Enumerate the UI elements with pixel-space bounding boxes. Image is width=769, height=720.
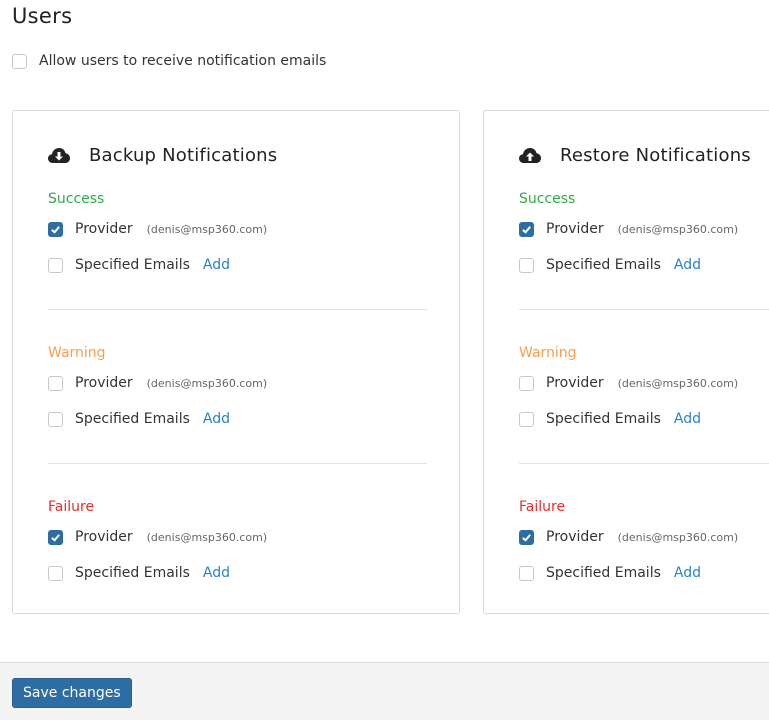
card-header: Backup Notifications (48, 145, 277, 166)
card-title: Restore Notifications (560, 145, 751, 166)
section-label-failure: Failure (48, 499, 95, 515)
provider-option[interactable]: Provider (denis@msp360.com) (519, 519, 769, 555)
provider-checkbox[interactable] (48, 221, 63, 237)
allow-users-row[interactable]: Allow users to receive notification emai… (12, 53, 326, 69)
backup-notifications-card: Backup Notifications Success Provider (d… (12, 110, 460, 614)
provider-checkbox[interactable] (519, 375, 534, 391)
provider-email: (denis@msp360.com) (617, 530, 739, 544)
add-email-link[interactable]: Add (674, 565, 701, 581)
warning-section: Warning Provider (denis@msp360.com) Spec… (519, 345, 769, 437)
provider-option[interactable]: Provider (denis@msp360.com) (519, 211, 769, 247)
provider-option[interactable]: Provider (denis@msp360.com) (519, 365, 769, 401)
specified-emails-label: Specified Emails (75, 565, 190, 581)
add-email-link[interactable]: Add (203, 411, 230, 427)
failure-section: Failure Provider (denis@msp360.com) Spec… (519, 499, 769, 591)
specified-emails-label: Specified Emails (75, 257, 190, 273)
provider-email: (denis@msp360.com) (146, 222, 268, 236)
specified-emails-checkbox[interactable] (519, 565, 534, 581)
footer-bar: Save changes (0, 662, 769, 720)
divider (48, 309, 427, 310)
checkmark-icon (522, 533, 531, 542)
allow-users-checkbox[interactable] (12, 53, 27, 69)
provider-checkbox[interactable] (519, 221, 534, 237)
add-email-link[interactable]: Add (674, 411, 701, 427)
provider-label: Provider (75, 221, 133, 237)
specified-emails-option[interactable]: Specified Emails Add (519, 247, 769, 283)
checkmark-icon (51, 225, 60, 234)
specified-emails-checkbox[interactable] (519, 257, 534, 273)
section-label-success: Success (519, 191, 576, 207)
failure-section: Failure Provider (denis@msp360.com) Spec… (48, 499, 427, 591)
section-label-warning: Warning (48, 345, 106, 361)
specified-emails-checkbox[interactable] (48, 257, 63, 273)
provider-option[interactable]: Provider (denis@msp360.com) (48, 211, 427, 247)
specified-emails-option[interactable]: Specified Emails Add (519, 401, 769, 437)
success-section: Success Provider (denis@msp360.com) Spec… (519, 191, 769, 283)
specified-emails-option[interactable]: Specified Emails Add (48, 401, 427, 437)
section-label-failure: Failure (519, 499, 566, 515)
specified-emails-checkbox[interactable] (519, 411, 534, 427)
provider-email: (denis@msp360.com) (146, 530, 268, 544)
card-header: Restore Notifications (519, 145, 751, 166)
provider-label: Provider (546, 375, 604, 391)
specified-emails-label: Specified Emails (546, 257, 661, 273)
add-email-link[interactable]: Add (674, 257, 701, 273)
provider-checkbox[interactable] (519, 529, 534, 545)
allow-users-label: Allow users to receive notification emai… (39, 53, 327, 69)
section-label-success: Success (48, 191, 105, 207)
cloud-upload-icon (519, 147, 541, 163)
add-email-link[interactable]: Add (203, 257, 230, 273)
success-section: Success Provider (denis@msp360.com) Spec… (48, 191, 427, 283)
warning-section: Warning Provider (denis@msp360.com) Spec… (48, 345, 427, 437)
provider-label: Provider (546, 221, 604, 237)
specified-emails-checkbox[interactable] (48, 411, 63, 427)
section-label-warning: Warning (519, 345, 577, 361)
divider (519, 463, 769, 464)
restore-notifications-card: Restore Notifications Success Provider (… (483, 110, 769, 614)
checkmark-icon (522, 225, 531, 234)
specified-emails-option[interactable]: Specified Emails Add (519, 555, 769, 591)
specified-emails-option[interactable]: Specified Emails Add (48, 247, 427, 283)
provider-checkbox[interactable] (48, 375, 63, 391)
specified-emails-label: Specified Emails (546, 565, 661, 581)
provider-checkbox[interactable] (48, 529, 63, 545)
cloud-download-icon (48, 147, 70, 163)
provider-option[interactable]: Provider (denis@msp360.com) (48, 519, 427, 555)
provider-email: (denis@msp360.com) (146, 376, 268, 390)
provider-label: Provider (75, 375, 133, 391)
specified-emails-option[interactable]: Specified Emails Add (48, 555, 427, 591)
specified-emails-label: Specified Emails (546, 411, 661, 427)
specified-emails-label: Specified Emails (75, 411, 190, 427)
page-title: Users (12, 4, 73, 28)
provider-email: (denis@msp360.com) (617, 376, 739, 390)
divider (48, 463, 427, 464)
provider-option[interactable]: Provider (denis@msp360.com) (48, 365, 427, 401)
card-title: Backup Notifications (89, 145, 278, 166)
save-changes-button[interactable]: Save changes (12, 678, 132, 708)
specified-emails-checkbox[interactable] (48, 565, 63, 581)
add-email-link[interactable]: Add (203, 565, 230, 581)
provider-email: (denis@msp360.com) (617, 222, 739, 236)
provider-label: Provider (75, 529, 133, 545)
divider (519, 309, 769, 310)
provider-label: Provider (546, 529, 604, 545)
checkmark-icon (51, 533, 60, 542)
